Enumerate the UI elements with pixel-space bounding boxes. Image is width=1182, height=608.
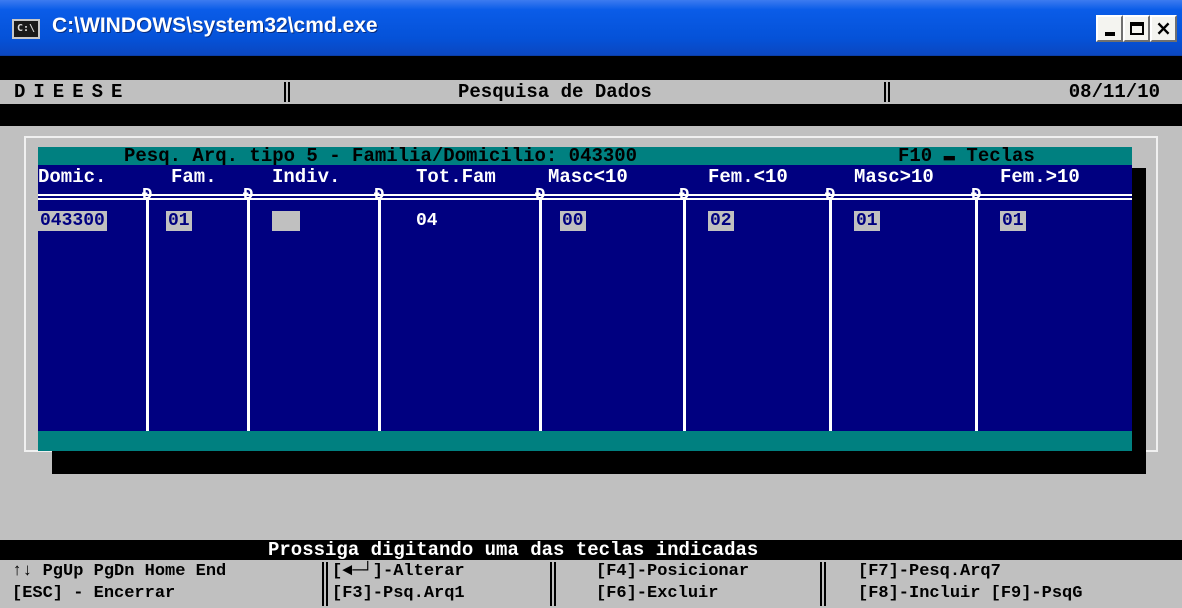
key-f7-pesq-arq7[interactable]: [F7]-Pesq.Arq7 (858, 562, 1001, 582)
cell-fam[interactable]: 01 (166, 211, 192, 231)
cell-indiv[interactable] (272, 211, 300, 231)
screen-title: Pesquisa de Dados (458, 81, 652, 103)
prompt-bar: Prossiga digitando uma das teclas indica… (0, 540, 1182, 560)
prompt-text: Prossiga digitando uma das teclas indica… (268, 539, 759, 561)
top-band (0, 56, 1182, 80)
header-divider (38, 194, 1132, 200)
keys-separator (550, 562, 556, 606)
column-header-fem-lt10: Fem.<10 (708, 166, 788, 188)
column-header-masc-gt10: Masc>10 (854, 166, 934, 188)
column-divider (829, 197, 832, 431)
keys-separator (820, 562, 826, 606)
column-header-domic: Domic. (38, 166, 107, 188)
key-f4-posicionar[interactable]: [F4]-Posicionar (596, 562, 749, 582)
cell-domic[interactable]: 043300 (38, 211, 107, 231)
column-divider (378, 197, 381, 431)
app-name: DIEESE (14, 81, 131, 103)
panel-title: Pesq. Arq. tipo 5 - Familia/Domicilio: 0… (124, 147, 638, 165)
key-navigation[interactable]: ↑↓ PgUp PgDn Home End (12, 562, 226, 582)
column-header-fem-gt10: Fem.>10 (1000, 166, 1080, 188)
app-header: DIEESE Pesquisa de Dados 08/11/10 (0, 80, 1182, 104)
cell-masc-gt10[interactable]: 01 (854, 211, 880, 231)
column-header-fam: Fam. (171, 166, 217, 188)
key-f6-excluir[interactable]: [F6]-Excluir (596, 584, 718, 604)
table-footer-bar (38, 431, 1132, 451)
console-area[interactable]: DIEESE Pesquisa de Dados 08/11/10 Pesq. … (0, 56, 1182, 608)
column-divider (539, 197, 542, 431)
key-f3-psq-arq1[interactable]: [F3]-Psq.Arq1 (332, 584, 465, 604)
window-title-bar[interactable]: C:\ C:\WINDOWS\system32\cmd.exe × (0, 0, 1182, 56)
column-divider (146, 197, 149, 431)
header-separator (284, 82, 290, 102)
key-enter-alterar[interactable]: [◄─┘]-Alterar (332, 562, 465, 582)
keys-hint: F10 ▬ Teclas (898, 147, 1035, 165)
column-divider (975, 197, 978, 431)
cell-fem-lt10[interactable]: 02 (708, 211, 734, 231)
header-date: 08/11/10 (1068, 81, 1160, 103)
column-divider (247, 197, 250, 431)
column-header-masc-lt10: Masc<10 (548, 166, 628, 188)
maximize-button[interactable] (1123, 15, 1150, 42)
minimize-icon (1105, 32, 1115, 36)
header-underline-band (0, 104, 1182, 126)
header-separator (884, 82, 890, 102)
column-header-indiv: Indiv. (272, 166, 341, 188)
window-title: C:\WINDOWS\system32\cmd.exe (52, 14, 378, 37)
cell-tot-fam[interactable]: 04 (414, 211, 440, 231)
cmd-app-icon[interactable]: C:\ (12, 19, 40, 39)
close-icon: × (1155, 16, 1172, 40)
records-table[interactable]: Domic. Fam. Indiv. Tot.Fam Masc<10 Fem.<… (38, 165, 1132, 431)
panel-header: Pesq. Arq. tipo 5 - Familia/Domicilio: 0… (38, 147, 1132, 165)
minimize-button[interactable] (1096, 15, 1123, 42)
close-button[interactable]: × (1150, 15, 1177, 42)
keys-separator (322, 562, 328, 606)
key-f8-incluir-f9-psqg[interactable]: [F8]-Incluir [F9]-PsqG (858, 584, 1082, 604)
key-esc-encerrar[interactable]: [ESC] - Encerrar (12, 584, 175, 604)
maximize-icon (1130, 22, 1144, 35)
column-header-tot-fam: Tot.Fam (416, 166, 496, 188)
column-divider (683, 197, 686, 431)
function-keys-bar: ↑↓ PgUp PgDn Home End [ESC] - Encerrar [… (0, 560, 1182, 608)
cell-fem-gt10[interactable]: 01 (1000, 211, 1026, 231)
cell-masc-lt10[interactable]: 00 (560, 211, 586, 231)
